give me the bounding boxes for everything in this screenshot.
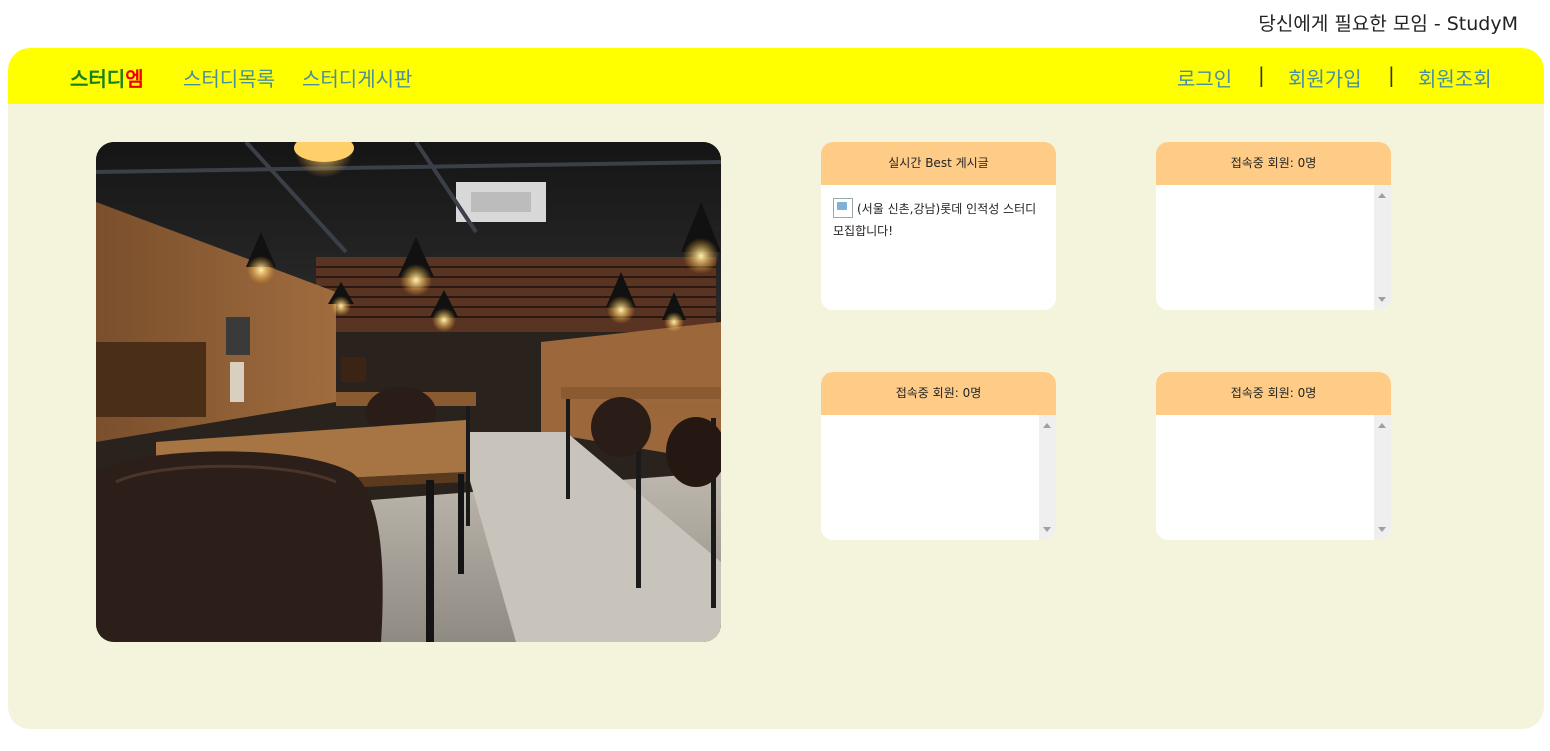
site-tagline: 당신에게 필요한 모임 - StudyM xyxy=(1258,13,1518,35)
best-post-item[interactable]: (서울 신촌,강남)롯데 인적성 스터디 모집합니다! xyxy=(821,185,1056,242)
brand-name-accent: 엠 xyxy=(125,67,144,91)
online-members-panel: 접속중 회원: 0명 xyxy=(1156,142,1391,310)
broken-image-icon xyxy=(833,198,853,218)
vertical-scrollbar[interactable] xyxy=(1039,415,1056,540)
online-members-list[interactable] xyxy=(1156,185,1391,310)
nav-separator: | xyxy=(1258,63,1265,87)
online-members-title: 접속중 회원: 0명 xyxy=(821,372,1056,415)
online-members-list[interactable] xyxy=(1156,415,1391,540)
nav-signup-link[interactable]: 회원가입 xyxy=(1288,63,1362,92)
best-posts-panel: 실시간 Best 게시글 (서울 신촌,강남)롯데 인적성 스터디 모집합니다! xyxy=(821,142,1056,310)
scroll-down-arrow-icon[interactable] xyxy=(1378,297,1386,302)
nav-study-list-link[interactable]: 스터디목록 xyxy=(183,63,275,92)
online-members-panel: 접속중 회원: 0명 xyxy=(1156,372,1391,540)
best-posts-title: 실시간 Best 게시글 xyxy=(821,142,1056,185)
online-members-list[interactable] xyxy=(821,415,1056,540)
scroll-up-arrow-icon[interactable] xyxy=(1378,423,1386,428)
vertical-scrollbar[interactable] xyxy=(1374,185,1391,310)
scroll-up-arrow-icon[interactable] xyxy=(1378,193,1386,198)
nav-study-board-link[interactable]: 스터디게시판 xyxy=(302,63,412,92)
scroll-down-arrow-icon[interactable] xyxy=(1043,527,1051,532)
scroll-down-arrow-icon[interactable] xyxy=(1378,527,1386,532)
online-members-title: 접속중 회원: 0명 xyxy=(1156,142,1391,185)
main-frame: 스터디엠 스터디목록 스터디게시판 로그인 | 회원가입 | 회원조회 실시간 … xyxy=(8,48,1544,729)
scroll-up-arrow-icon[interactable] xyxy=(1043,423,1051,428)
nav-member-lookup-link[interactable]: 회원조회 xyxy=(1418,63,1492,92)
vertical-scrollbar[interactable] xyxy=(1374,415,1391,540)
online-members-title: 접속중 회원: 0명 xyxy=(1156,372,1391,415)
nav-login-link[interactable]: 로그인 xyxy=(1177,63,1232,92)
best-post-title[interactable]: (서울 신촌,강남)롯데 인적성 스터디 모집합니다! xyxy=(833,202,1036,238)
hero-study-cafe-image xyxy=(96,142,721,642)
brand-name-main: 스터디 xyxy=(70,67,126,91)
online-members-panel: 접속중 회원: 0명 xyxy=(821,372,1056,540)
best-posts-body: (서울 신촌,강남)롯데 인적성 스터디 모집합니다! xyxy=(821,185,1056,310)
nav-separator: | xyxy=(1388,63,1395,87)
brand-logo-link[interactable]: 스터디엠 xyxy=(70,63,144,92)
top-navbar: 스터디엠 스터디목록 스터디게시판 로그인 | 회원가입 | 회원조회 xyxy=(8,48,1544,104)
